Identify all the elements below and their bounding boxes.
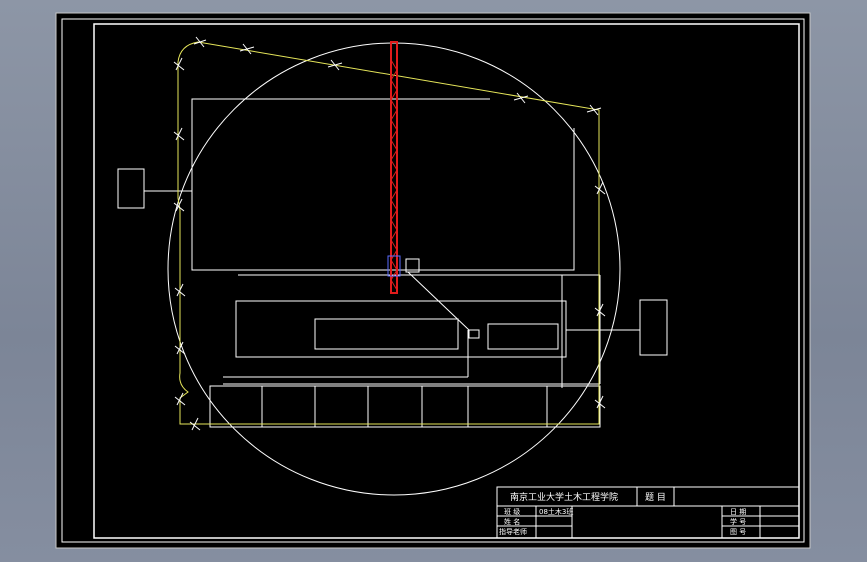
drawing-number-label: 图 号 [730, 528, 746, 536]
cad-drawing-viewport: 南京工业大学土木工程学院 题 目 班 级 08土木3班 姓 名 指导老师 日 期… [55, 12, 811, 549]
date-label: 日 期 [730, 508, 746, 516]
institution-name: 南京工业大学土木工程学院 [510, 491, 618, 503]
drawing-sheet [55, 12, 811, 549]
class-label: 班 级 [504, 507, 520, 516]
student-id-label: 学 号 [730, 517, 746, 526]
title-label: 题 目 [645, 492, 666, 503]
advisor-label: 指导老师 [499, 527, 527, 536]
name-label: 姓 名 [504, 517, 520, 526]
class-value: 08土木3班 [539, 507, 573, 516]
